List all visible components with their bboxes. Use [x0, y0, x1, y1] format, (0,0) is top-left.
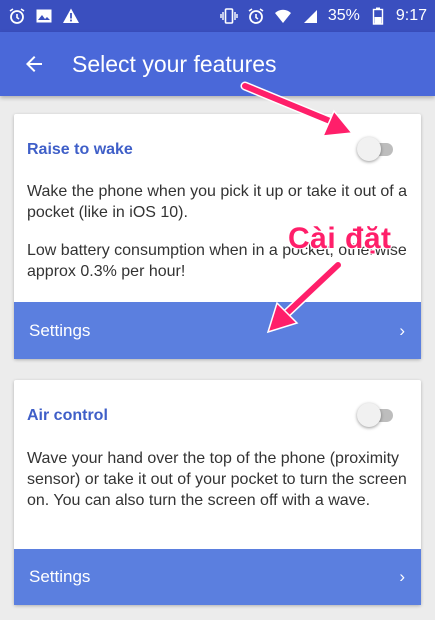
feature-card-air-control: Air control Wave your hand over the top … [14, 380, 421, 605]
status-bar-left [8, 7, 80, 25]
back-button[interactable] [10, 40, 58, 88]
warning-icon [62, 7, 80, 25]
wifi-icon [274, 7, 292, 25]
settings-label: Settings [29, 567, 91, 586]
feature-title: Raise to wake [27, 141, 133, 158]
air-control-settings-button[interactable]: Settings › [14, 549, 421, 605]
settings-label: Settings [29, 320, 91, 340]
raise-to-wake-toggle[interactable] [357, 136, 395, 162]
arrow-back-icon [26, 56, 42, 72]
clock-time: 9:17 [395, 7, 427, 24]
signal-icon [301, 7, 319, 25]
alarm-clock-icon [8, 7, 26, 25]
toggle-thumb [357, 137, 381, 161]
status-bar-right: 35% 9:17 [220, 7, 427, 25]
alarm-clock-icon [247, 7, 265, 25]
image-icon [35, 7, 53, 25]
chevron-right-icon: › [399, 567, 405, 586]
raise-to-wake-settings-button[interactable]: Settings › [14, 302, 421, 359]
battery-icon [369, 7, 387, 25]
vibrate-icon [220, 7, 238, 25]
app-bar: Select your features [0, 32, 435, 96]
feature-title: Air control [27, 407, 108, 424]
battery-percent: 35% [327, 7, 360, 24]
annotation-label: Cài đặt [288, 222, 392, 255]
page-title: Select your features [72, 50, 277, 77]
chevron-right-icon: › [399, 320, 405, 340]
feature-description: Wake the phone when you pick it up or ta… [27, 183, 408, 221]
air-control-toggle[interactable] [357, 402, 395, 428]
feature-description: Wave your hand over the top of the phone… [27, 450, 407, 509]
status-bar: 35% 9:17 [0, 0, 435, 32]
toggle-thumb [357, 403, 381, 427]
